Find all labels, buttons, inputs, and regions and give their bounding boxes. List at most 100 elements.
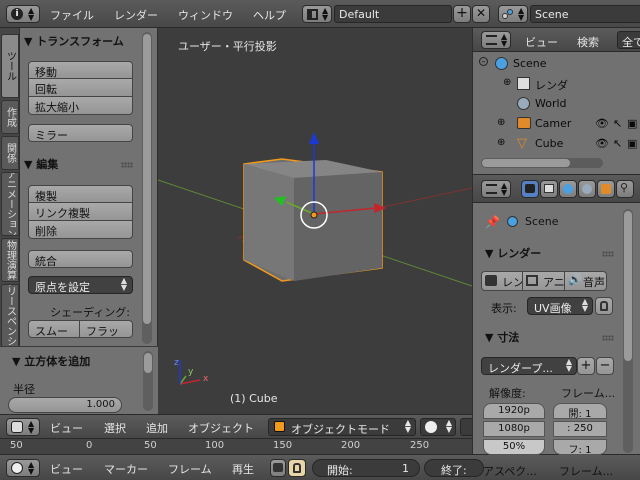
outliner-row-cube[interactable]: ⊕ ▽ Cube 👁 ↖ ▣ [473, 134, 640, 154]
render-animation-button[interactable]: アニ [523, 271, 565, 291]
menu-select[interactable]: 選択 [104, 420, 126, 436]
frame-start-field[interactable]: 開始: 1 [312, 459, 420, 477]
dimensions-panel-header[interactable]: ▼ 寸法 [485, 329, 519, 345]
menu-object[interactable]: オブジェクト [188, 420, 254, 436]
scale-button[interactable]: 拡大縮小 [28, 97, 133, 115]
timeline-ruler[interactable]: 50 0 50 100 150 200 250 [0, 438, 472, 454]
render-audio-button[interactable]: 🔊 音声 [565, 271, 607, 291]
outliner-menu-search[interactable]: 検索 [577, 34, 599, 50]
outliner-h-scrollbar[interactable] [481, 158, 603, 168]
redo-scroll-thumb[interactable] [144, 353, 152, 373]
resolution-x-field[interactable]: 1920p [483, 403, 545, 419]
display-dropdown[interactable]: UV画像 ▲ ▼ [527, 297, 593, 315]
mode-dropdown[interactable]: オブジェクトモード ▲ ▼ [268, 418, 416, 436]
render-presets-dropdown[interactable]: レンダープ... ▲ ▼ [481, 357, 577, 375]
menu-add[interactable]: 追加 [146, 420, 168, 436]
cursor-icon[interactable]: ↖ [613, 117, 622, 130]
outliner-row-camera[interactable]: ⊕ Camer 👁 ↖ ▣ [473, 114, 640, 134]
properties-scroll-thumb[interactable] [624, 211, 632, 361]
tab-animation[interactable]: アニメーション [1, 172, 19, 236]
menu-help[interactable]: ヘルプ [253, 7, 286, 23]
object-context-tab[interactable] [597, 180, 615, 198]
remove-preset-button[interactable]: − [596, 357, 614, 375]
layout-add-button[interactable]: + [453, 5, 471, 23]
layout-browse-button[interactable]: ▲ ▼ [302, 5, 332, 23]
outliner-menu-view[interactable]: ビュー [525, 34, 558, 50]
menu-view[interactable]: ビュー [50, 420, 83, 436]
layout-delete-button[interactable]: ✕ [472, 5, 490, 23]
layout-name-field[interactable]: Default [334, 5, 452, 23]
frame-end-prop-field[interactable]: : 250 [553, 421, 607, 437]
panel-grip[interactable] [602, 251, 614, 257]
tab-create[interactable]: 作成 [1, 100, 19, 134]
3d-viewport[interactable]: ユーザー・平行投影 (1) Cube x y z [158, 28, 472, 414]
add-cube-header[interactable]: ▼ 立方体を追加 [12, 353, 90, 369]
lock-interface-button[interactable] [595, 297, 613, 315]
eye-icon[interactable]: 👁 [595, 117, 609, 130]
tool-shelf-scroll-thumb[interactable] [143, 34, 151, 324]
properties-scrollbar[interactable] [623, 209, 633, 453]
duplicate-button[interactable]: 複製 [28, 185, 133, 203]
shade-smooth-button[interactable]: スムー [28, 320, 80, 338]
editor-type-properties-button[interactable]: ▲ ▼ [481, 180, 511, 198]
add-preset-button[interactable]: + [577, 357, 595, 375]
scene-context-tab[interactable] [559, 180, 577, 198]
delete-button[interactable]: 削除 [28, 221, 133, 239]
shade-flat-button[interactable]: フラッ [80, 320, 133, 338]
menu-window[interactable]: ウィンドウ [178, 7, 233, 23]
outliner-row-render-layers[interactable]: ⊕ レンダ [473, 74, 640, 94]
join-button[interactable]: 統合 [28, 250, 133, 268]
lock-range-button[interactable] [288, 459, 306, 477]
radius-field[interactable]: 1.000 [8, 397, 122, 413]
cursor-icon[interactable]: ↖ [613, 137, 622, 150]
menu-render[interactable]: レンダー [114, 7, 158, 23]
eye-icon[interactable]: 👁 [595, 137, 609, 150]
editor-type-3d-button[interactable]: ▲ ▼ [6, 418, 40, 436]
tab-relations[interactable]: 関係 [1, 136, 19, 170]
mirror-button[interactable]: ミラー [28, 124, 133, 142]
render-image-button[interactable]: レン [481, 271, 523, 291]
editor-type-timeline-button[interactable]: ▲ ▼ [6, 459, 40, 477]
redo-scrollbar[interactable] [143, 351, 153, 411]
frame-end-field[interactable]: 終了: [424, 459, 484, 477]
set-origin-dropdown[interactable]: 原点を設定 ▲ ▼ [28, 276, 133, 294]
render-camera-icon[interactable]: ▣ [627, 137, 637, 150]
render-panel-header[interactable]: ▼ レンダー [485, 245, 541, 261]
outliner-row-world[interactable]: World [473, 94, 640, 114]
panel-grip[interactable] [602, 335, 614, 341]
pin-icon[interactable]: 📌 [485, 215, 500, 229]
tool-shelf-scrollbar[interactable] [142, 32, 152, 344]
world-context-tab[interactable] [578, 180, 596, 198]
rotate-button[interactable]: 回転 [28, 79, 133, 97]
outliner-row-scene[interactable]: – Scene [473, 54, 640, 74]
menu-marker[interactable]: マーカー [104, 461, 148, 477]
edit-panel-header[interactable]: ▼ 編集 [24, 156, 58, 172]
scene-browse-button[interactable]: ▲ ▼ [498, 5, 528, 23]
tab-physics[interactable]: 物理演算 [1, 238, 19, 282]
editor-type-outliner-button[interactable]: ▲ ▼ [481, 31, 511, 49]
resolution-percent-field[interactable]: 50% [483, 439, 545, 455]
frame-step-field[interactable]: フ: 1 [553, 439, 607, 455]
menu-frame[interactable]: フレーム [168, 461, 212, 477]
tab-grease-pencil[interactable]: グリースペンシル [1, 284, 19, 348]
resolution-y-field[interactable]: 1080p [483, 421, 545, 437]
frame-start-prop-field[interactable]: 開: 1 [553, 403, 607, 419]
tab-tools[interactable]: ツール [1, 34, 19, 98]
translate-button[interactable]: 移動 [28, 61, 133, 79]
menu-playback[interactable]: 再生 [232, 461, 254, 477]
outliner-display-dropdown[interactable]: 全て [617, 31, 640, 49]
render-layers-context-tab[interactable] [540, 180, 558, 198]
constraints-context-tab[interactable]: ⚲ [616, 180, 634, 198]
menu-timeline-view[interactable]: ビュー [50, 461, 83, 477]
viewport-shading-dropdown[interactable]: ▲ ▼ [420, 418, 456, 436]
editor-type-info-button[interactable]: i ▲ ▼ [6, 5, 40, 23]
duplicate-linked-button[interactable]: リンク複製 [28, 203, 133, 221]
panel-grip[interactable] [121, 162, 133, 168]
render-context-tab[interactable] [521, 180, 539, 198]
transform-panel-header[interactable]: ▼ トランスフォーム [24, 33, 124, 49]
preview-range-button[interactable] [270, 459, 286, 477]
outliner-scroll-thumb[interactable] [482, 159, 570, 167]
render-camera-icon[interactable]: ▣ [627, 117, 637, 130]
scene-name-field[interactable]: Scene [530, 5, 640, 23]
menu-file[interactable]: ファイル [50, 7, 94, 23]
